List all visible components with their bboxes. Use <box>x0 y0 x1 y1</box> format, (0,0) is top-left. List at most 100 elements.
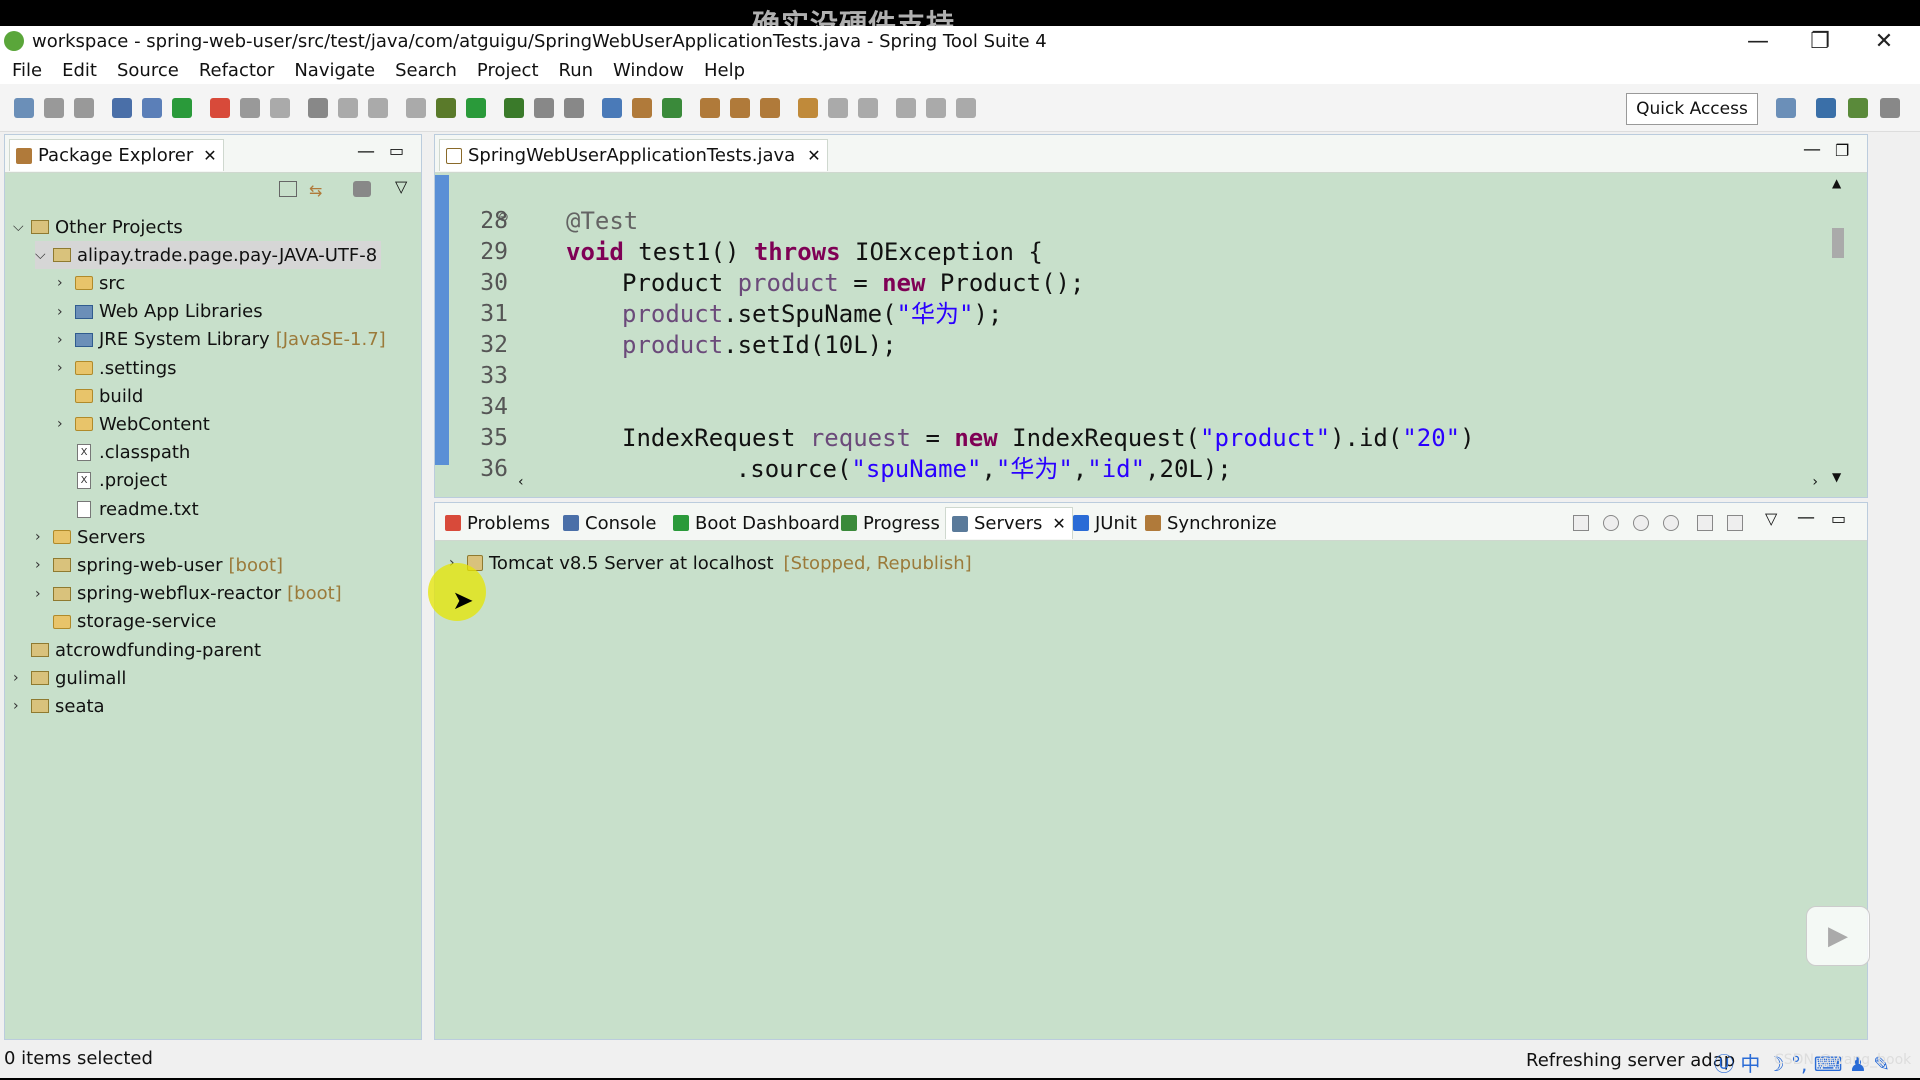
perspective-icon-2[interactable] <box>1848 98 1868 118</box>
toolbar-icon-6[interactable] <box>210 98 230 118</box>
editor-vertical-scrollbar[interactable]: ▲ ▼ <box>1832 176 1844 486</box>
tree-item[interactable]: storage-service <box>35 608 216 636</box>
minimize-view-icon[interactable]: — <box>1797 507 1815 528</box>
chevron-right-icon[interactable]: › <box>35 529 53 545</box>
toolbar-icon-12[interactable] <box>406 98 426 118</box>
editor-horizontal-scrollbar[interactable]: ‹ › <box>518 474 1818 490</box>
tab-console[interactable]: Console <box>557 507 662 539</box>
scroll-right-icon[interactable]: › <box>1812 474 1818 490</box>
tree-item[interactable]: › src <box>57 269 125 297</box>
tree-item[interactable]: › Web App Libraries <box>57 298 263 326</box>
stop-server-icon[interactable] <box>1697 515 1713 531</box>
tree-item[interactable]: › .settings <box>57 354 177 382</box>
toolbar-icon-4[interactable] <box>142 98 162 118</box>
toolbar-icon-26[interactable] <box>858 98 878 118</box>
toolbar-icon-9[interactable] <box>308 98 328 118</box>
toolbar-icon-3[interactable] <box>112 98 132 118</box>
code-line[interactable]: product.setId(10L); <box>622 330 897 361</box>
code-line[interactable]: Product product = new Product(); <box>622 268 1084 299</box>
toolbar-icon-5[interactable] <box>172 98 192 118</box>
close-tab-icon[interactable]: ✕ <box>1052 514 1065 533</box>
toolbar-icon-29[interactable] <box>956 98 976 118</box>
debug-server-icon[interactable] <box>1603 515 1619 531</box>
view-menu-icon[interactable]: ▽ <box>1765 509 1777 528</box>
collapse-all-icon[interactable] <box>279 181 297 197</box>
video-play-icon[interactable]: ▶ <box>1806 906 1870 966</box>
perspective-icon-0[interactable] <box>1776 98 1796 118</box>
close-button[interactable]: ✕ <box>1854 26 1914 56</box>
toolbar-icon-17[interactable] <box>564 98 584 118</box>
publish-icon[interactable] <box>1727 515 1743 531</box>
menu-run[interactable]: Run <box>559 60 594 81</box>
toolbar-icon-27[interactable] <box>896 98 916 118</box>
maximize-view-icon[interactable]: ▭ <box>1831 509 1846 528</box>
tab-synchronize[interactable]: Synchronize <box>1139 507 1283 539</box>
quick-access-field[interactable]: Quick Access <box>1626 93 1758 125</box>
perspective-icon-3[interactable] <box>1880 98 1900 118</box>
toolbar-icon-22[interactable] <box>730 98 750 118</box>
chevron-right-icon[interactable]: › <box>35 557 53 573</box>
toolbar-icon-10[interactable] <box>338 98 358 118</box>
tree-item[interactable]: ⌵ alipay.trade.page.pay-JAVA-UTF-8 <box>35 241 382 270</box>
profile-server-icon[interactable] <box>1663 515 1679 531</box>
toolbar-icon-24[interactable] <box>798 98 818 118</box>
toolbar-icon-25[interactable] <box>828 98 848 118</box>
chevron-right-icon[interactable]: › <box>57 275 75 291</box>
toolbar-icon-19[interactable] <box>632 98 652 118</box>
chevron-down-icon[interactable]: ⌵ <box>13 219 31 235</box>
code-line[interactable]: IndexRequest request = new IndexRequest(… <box>622 423 1475 454</box>
menu-navigate[interactable]: Navigate <box>294 60 375 81</box>
toolbar-icon-16[interactable] <box>534 98 554 118</box>
toolbar-icon-18[interactable] <box>602 98 622 118</box>
toolbar-icon-0[interactable] <box>14 98 34 118</box>
tab-servers[interactable]: Servers ✕ <box>945 507 1073 539</box>
menu-help[interactable]: Help <box>704 60 745 81</box>
tree-item[interactable]: build <box>57 382 143 410</box>
close-tab-icon[interactable]: ✕ <box>203 146 216 165</box>
collapse-icon[interactable] <box>1573 515 1589 531</box>
toolbar-icon-15[interactable] <box>504 98 524 118</box>
view-menu-icon[interactable]: ▽ <box>395 177 407 196</box>
toolbar-icon-13[interactable] <box>436 98 456 118</box>
tree-item[interactable]: ⌵ Other Projects <box>13 213 183 241</box>
chevron-down-icon[interactable]: ⌵ <box>35 247 53 263</box>
restore-button[interactable]: ❐ <box>1790 26 1850 56</box>
tab-boot-dashboard[interactable]: Boot Dashboard <box>667 507 846 539</box>
tree-item[interactable]: › WebContent <box>57 410 210 438</box>
menu-project[interactable]: Project <box>477 60 539 81</box>
code-line[interactable]: @Test <box>566 206 638 237</box>
minimize-view-icon[interactable]: — <box>357 141 375 162</box>
chevron-right-icon[interactable]: › <box>57 416 75 432</box>
tab-package-explorer[interactable]: Package Explorer ✕ <box>9 139 224 171</box>
menu-file[interactable]: File <box>12 60 42 81</box>
chevron-right-icon[interactable]: › <box>57 360 75 376</box>
chevron-right-icon[interactable]: › <box>35 586 53 602</box>
perspective-icon-1[interactable] <box>1816 98 1836 118</box>
scroll-down-icon[interactable]: ▼ <box>1832 470 1841 484</box>
menu-source[interactable]: Source <box>117 60 179 81</box>
link-with-editor-icon[interactable]: ⇆ <box>309 181 322 200</box>
tree-item[interactable]: › seata <box>13 692 105 720</box>
tab-editor-file[interactable]: SpringWebUserApplicationTests.java ✕ <box>439 139 828 171</box>
chevron-right-icon[interactable]: › <box>57 304 75 320</box>
scroll-up-icon[interactable]: ▲ <box>1832 176 1841 190</box>
chevron-right-icon[interactable]: › <box>13 670 31 686</box>
toolbar-icon-1[interactable] <box>44 98 64 118</box>
toolbar-icon-21[interactable] <box>700 98 720 118</box>
tab-progress[interactable]: Progress <box>835 507 946 539</box>
toolbar-icon-2[interactable] <box>74 98 94 118</box>
chevron-right-icon[interactable]: › <box>13 698 31 714</box>
menu-window[interactable]: Window <box>613 60 684 81</box>
tree-item[interactable]: X .project <box>57 467 167 495</box>
toolbar-icon-11[interactable] <box>368 98 388 118</box>
tree-item[interactable]: readme.txt <box>57 495 199 523</box>
start-server-icon[interactable] <box>1633 515 1649 531</box>
toolbar-icon-28[interactable] <box>926 98 946 118</box>
maximize-view-icon[interactable]: ▭ <box>389 141 404 160</box>
chevron-right-icon[interactable]: › <box>57 332 75 348</box>
menu-refactor[interactable]: Refactor <box>199 60 275 81</box>
code-line[interactable]: void test1() throws IOException { <box>566 237 1043 268</box>
server-item[interactable]: ›Tomcat v8.5 Server at localhost[Stopped… <box>449 549 972 577</box>
toolbar-icon-14[interactable] <box>466 98 486 118</box>
tree-item[interactable]: › gulimall <box>13 664 126 692</box>
